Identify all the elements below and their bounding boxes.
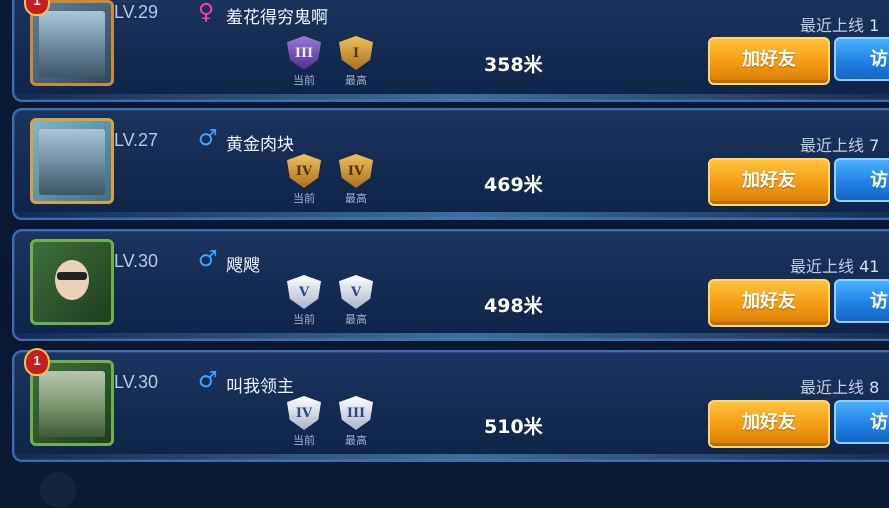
add-friend-button[interactable]: 加好友	[708, 400, 830, 448]
last-online-label: 最近上线	[790, 257, 855, 276]
row-divider	[14, 333, 889, 339]
rank-caption: 当前	[293, 434, 315, 447]
player-row[interactable]: LV.27 ♂ 黄金肉块 IV 当前 IV 最高 469米 最近上线 7 加好友…	[12, 108, 889, 220]
last-online: 最近上线 7	[800, 132, 879, 156]
add-friend-button[interactable]: 加好友	[708, 37, 830, 85]
avatar-image	[39, 11, 105, 77]
current-rank: III 当前	[282, 36, 326, 88]
best-rank: V 最高	[334, 275, 378, 327]
avatar-image	[55, 260, 89, 300]
best-rank: III 最高	[334, 396, 378, 448]
rank-shield-icon: V	[287, 275, 321, 309]
best-rank: IV 最高	[334, 154, 378, 206]
avatar-image	[39, 371, 105, 437]
nearby-player-list: 1 LV.29 ♀ 羞花得穷鬼啊 III 当前 I 最高 358米 最近上线 1…	[0, 0, 889, 508]
last-online-label: 最近上线	[800, 378, 865, 397]
last-online: 最近上线 8	[800, 374, 879, 398]
visit-button[interactable]: 访	[834, 400, 889, 444]
add-friend-button[interactable]: 加好友	[708, 158, 830, 206]
player-row[interactable]: 1 LV.30 ♂ 叫我领主 IV 当前 III 最高 510米 最近上线 8 …	[12, 348, 889, 462]
visit-button[interactable]: 访	[834, 279, 889, 323]
player-name: 黄金肉块	[226, 135, 294, 155]
row-divider	[14, 212, 889, 218]
last-online: 最近上线 1	[800, 12, 879, 36]
rank-badge: 1	[24, 348, 50, 376]
current-rank: IV 当前	[282, 396, 326, 448]
row-divider	[14, 94, 889, 100]
current-rank: V 当前	[282, 275, 326, 327]
player-distance: 510米	[484, 416, 543, 438]
last-online-value: 41	[859, 257, 880, 276]
player-distance: 498米	[484, 295, 543, 317]
player-distance: 469米	[484, 174, 543, 196]
add-friend-button[interactable]: 加好友	[708, 279, 830, 327]
rank-caption: 最高	[345, 434, 367, 447]
rank-caption: 最高	[345, 313, 367, 326]
current-rank: IV 当前	[282, 154, 326, 206]
player-level: LV.27	[114, 130, 159, 150]
best-rank: I 最高	[334, 36, 378, 88]
last-online-value: 7	[869, 136, 880, 155]
visit-button[interactable]: 访	[834, 158, 889, 202]
player-name: 羞花得穷鬼啊	[226, 8, 328, 28]
row-divider	[14, 454, 889, 460]
rank-caption: 当前	[293, 74, 315, 87]
player-level: LV.30	[114, 251, 159, 271]
last-online-label: 最近上线	[800, 16, 865, 35]
avatar-glasses	[57, 272, 87, 280]
player-level: LV.29	[114, 2, 159, 22]
male-gender-icon: ♂	[198, 247, 218, 272]
rank-caption: 当前	[293, 313, 315, 326]
rank-shield-icon: I	[339, 36, 373, 70]
male-gender-icon: ♂	[198, 368, 218, 393]
rank-shield-icon: III	[287, 36, 321, 70]
male-gender-icon: ♂	[198, 126, 218, 151]
player-level: LV.30	[114, 372, 159, 392]
female-gender-icon: ♀	[198, 0, 215, 25]
rank-caption: 当前	[293, 192, 315, 205]
player-row[interactable]: 1 LV.29 ♀ 羞花得穷鬼啊 III 当前 I 最高 358米 最近上线 1…	[12, 0, 889, 102]
rank-caption: 最高	[345, 192, 367, 205]
rank-shield-icon: III	[339, 396, 373, 430]
player-avatar[interactable]	[30, 239, 114, 325]
avatar-image	[39, 129, 105, 195]
last-online-value: 1	[869, 16, 880, 35]
player-row[interactable]: LV.30 ♂ 飕飕 V 当前 V 最高 498米 最近上线 41 加好友 访	[12, 229, 889, 341]
rank-shield-icon: IV	[339, 154, 373, 188]
rank-shield-icon: IV	[287, 396, 321, 430]
player-avatar[interactable]	[30, 118, 114, 204]
rank-shield-icon: V	[339, 275, 373, 309]
rank-shield-icon: IV	[287, 154, 321, 188]
partial-avatar-next-row	[40, 472, 76, 508]
last-online: 最近上线 41	[790, 253, 879, 277]
rank-caption: 最高	[345, 74, 367, 87]
last-online-value: 8	[869, 378, 880, 397]
player-name: 飕飕	[226, 256, 260, 276]
player-name: 叫我领主	[226, 377, 294, 397]
last-online-label: 最近上线	[800, 136, 865, 155]
visit-button[interactable]: 访	[834, 37, 889, 81]
player-distance: 358米	[484, 54, 543, 76]
